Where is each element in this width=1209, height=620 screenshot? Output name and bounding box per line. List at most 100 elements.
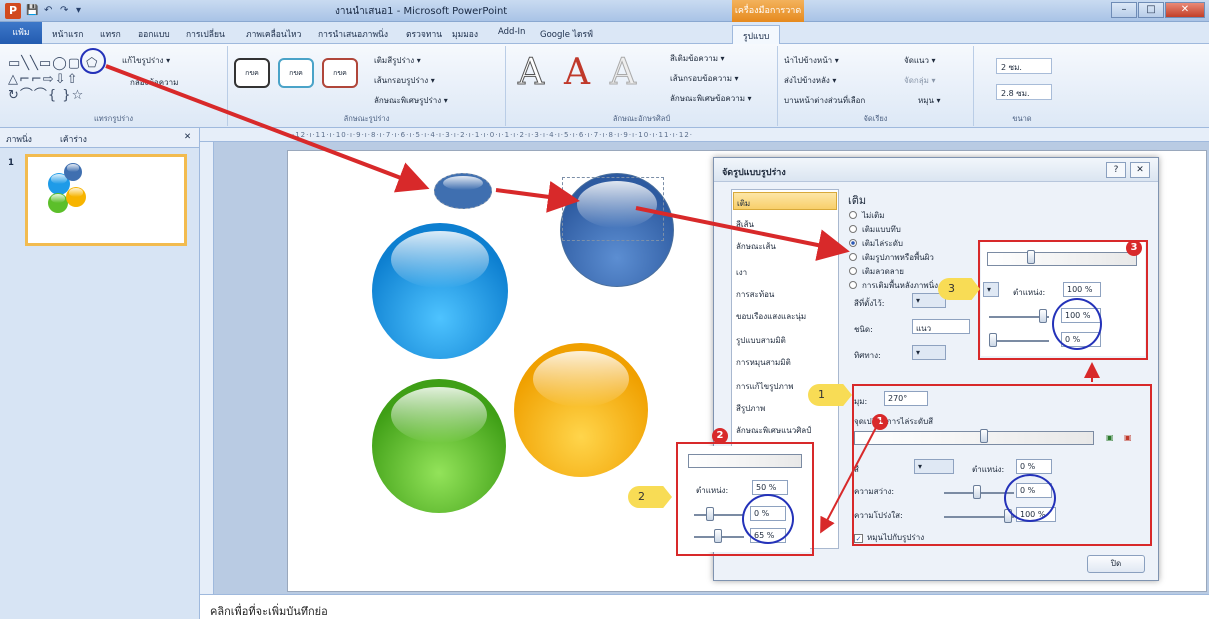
shape-fill-button[interactable]: เติมสีรูปร่าง ▾: [374, 54, 421, 67]
window-title: งานนำเสนอ1 - Microsoft PowerPoint: [335, 6, 508, 17]
close-button[interactable]: ✕: [1165, 2, 1205, 18]
highlight-circle-1: [1004, 474, 1056, 522]
badge-3: 3: [1126, 240, 1142, 256]
selection-pane-button[interactable]: บานหน้าต่างส่วนที่เลือก: [784, 94, 865, 107]
tab-google-drive[interactable]: Google ไดรฟ์: [540, 27, 593, 41]
shapes-row-2[interactable]: △⌐⌐⇨⇩⇧: [8, 72, 118, 88]
dialog-close-button[interactable]: ปิด: [1087, 555, 1145, 573]
nav-line-style[interactable]: ลักษณะเส้น: [736, 240, 776, 253]
highlight-box-2: [676, 442, 814, 556]
maximize-button[interactable]: □: [1138, 2, 1164, 18]
powerpoint-logo-icon: P: [5, 3, 21, 19]
nav-shadow[interactable]: เงา: [736, 266, 747, 279]
tab-view[interactable]: มุมมอง: [452, 27, 478, 41]
nav-reflection[interactable]: การสะท้อน: [736, 288, 774, 301]
dialog-close-icon[interactable]: ✕: [1130, 162, 1150, 178]
badge-2: 2: [712, 428, 728, 444]
shape-styles-group: กขค กขค กขค เติมสีรูปร่าง ▾ เส้นกรอบรูปร…: [228, 46, 506, 126]
shape-style-blue[interactable]: กขค: [278, 58, 314, 88]
wordart-style-outline[interactable]: A: [518, 52, 545, 94]
nav-glow[interactable]: ขอบเรืองแสงและนุ่ม: [736, 310, 806, 323]
shape-style-red[interactable]: กขค: [322, 58, 358, 88]
nav-artistic-effects[interactable]: ลักษณะพิเศษแนวศิลป์: [736, 424, 811, 437]
tab-file[interactable]: แฟ้ม: [0, 22, 42, 44]
tab-design[interactable]: ออกแบบ: [138, 27, 170, 41]
dialog-title: จัดรูปแบบรูปร่าง: [722, 168, 786, 178]
insert-shapes-group: ▭╲╲▭◯▢ ⬠ △⌐⌐⇨⇩⇧ ↻⌒⌒{ }☆ แก้ไขรูปร่าง ▾ ก…: [0, 46, 228, 126]
nav-picture-color[interactable]: สีรูปภาพ: [736, 402, 765, 415]
section-title: เติม: [848, 194, 867, 207]
ball-blue[interactable]: [372, 223, 508, 359]
nav-line-color[interactable]: สีเส้น: [736, 218, 754, 231]
tab-addin[interactable]: Add-In: [498, 27, 525, 37]
text-box-button[interactable]: กล่องข้อความ: [130, 76, 178, 89]
wordart-style-light[interactable]: A: [610, 52, 637, 94]
undo-icon[interactable]: ↶: [44, 5, 52, 16]
shapes-row-3[interactable]: ↻⌒⌒{ }☆: [8, 88, 118, 104]
callout-2: 2: [628, 486, 672, 508]
tab-animations[interactable]: ภาพเคลื่อนไหว: [246, 27, 301, 41]
ball-green[interactable]: [372, 379, 506, 513]
tab-outline[interactable]: เค้าร่าง: [60, 132, 87, 146]
tab-format[interactable]: รูปแบบ: [732, 25, 781, 44]
text-effects-button[interactable]: ลักษณะพิเศษข้อความ ▾: [670, 92, 752, 105]
radio-background-fill[interactable]: การเติมพื้นหลังภาพนิ่ง: [849, 279, 938, 292]
nav-picture-corrections[interactable]: การแก้ไขรูปภาพ: [736, 380, 794, 393]
help-icon[interactable]: ?: [1106, 162, 1126, 178]
ribbon: ▭╲╲▭◯▢ ⬠ △⌐⌐⇨⇩⇧ ↻⌒⌒{ }☆ แก้ไขรูปร่าง ▾ ก…: [0, 44, 1209, 128]
callout-3: 3: [938, 278, 980, 300]
shape-effects-button[interactable]: ลักษณะพิเศษรูปร่าง ▾: [374, 94, 448, 107]
text-outline-button[interactable]: เส้นกรอบข้อความ ▾: [670, 72, 739, 85]
tab-review[interactable]: ตรวจทาน: [406, 27, 442, 41]
nav-fill[interactable]: เติม: [733, 192, 837, 210]
direction-dropdown[interactable]: ▾: [912, 345, 946, 360]
notes-pane[interactable]: คลิกเพื่อที่จะเพิ่มบันทึกย่อ: [200, 594, 1209, 619]
type-dropdown[interactable]: แนว: [912, 319, 970, 334]
tab-insert[interactable]: แทรก: [100, 27, 121, 41]
tab-slides[interactable]: ภาพนิ่ง: [6, 132, 32, 146]
badge-1: 1: [872, 414, 888, 430]
shape-width-input[interactable]: 2.8 ซม.: [996, 84, 1052, 100]
preset-colors-label: สีที่ตั้งไว้:: [854, 299, 885, 308]
tab-transitions[interactable]: การเปลี่ยน: [186, 27, 225, 41]
send-backward-button[interactable]: ส่งไปข้างหลัง ▾: [784, 74, 836, 87]
text-fill-button[interactable]: สีเติมข้อความ ▾: [670, 52, 725, 65]
nav-3d-format[interactable]: รูปแบบสามมิติ: [736, 334, 786, 347]
selection-handles[interactable]: [562, 177, 664, 241]
horizontal-ruler: ·12·ı·11·ı·10·ı·9·ı·8·ı·7·ı·6·ı·5·ı·4·ı·…: [200, 128, 1209, 142]
drawing-tools-context-tab: เครื่องมือการวาด: [732, 0, 804, 22]
redo-icon[interactable]: ↷: [60, 5, 68, 16]
save-icon[interactable]: 💾: [26, 5, 38, 16]
slide-number: 1: [8, 158, 14, 168]
callout-1: 1: [808, 384, 852, 406]
title-bar: P 💾 ↶ ↷ ▾ งานนำเสนอ1 - Microsoft PowerPo…: [0, 0, 1209, 22]
arrange-group-label: จัดเรียง: [863, 114, 888, 123]
radio-pattern-fill[interactable]: เติมลวดลาย: [849, 265, 904, 278]
edit-shape-button[interactable]: แก้ไขรูปร่าง ▾: [122, 54, 170, 67]
slide-thumbnail[interactable]: [25, 154, 187, 246]
size-group-label: ขนาด: [1012, 114, 1032, 123]
radio-no-fill[interactable]: ไม่เติม: [849, 209, 885, 222]
radio-picture-fill[interactable]: เติมรูปภาพหรือพื้นผิว: [849, 251, 934, 264]
shape-height-input[interactable]: 2 ซม.: [996, 58, 1052, 74]
ball-yellow[interactable]: [514, 343, 648, 477]
radio-solid-fill[interactable]: เติมแบบทึบ: [849, 223, 901, 236]
tab-slideshow[interactable]: การนำเสนอภาพนิ่ง: [318, 27, 388, 41]
close-panel-icon[interactable]: ✕: [184, 132, 191, 142]
highlight-circle-3: [1052, 298, 1102, 350]
radio-gradient-fill[interactable]: เติมไล่ระดับ: [849, 237, 903, 250]
shape-style-black[interactable]: กขค: [234, 58, 270, 88]
rotate-button[interactable]: หมุน ▾: [918, 94, 941, 107]
ellipse-small[interactable]: [434, 173, 492, 209]
nav-3d-rotation[interactable]: การหมุนสามมิติ: [736, 356, 791, 369]
align-button[interactable]: จัดแนว ▾: [904, 54, 936, 67]
shape-outline-button[interactable]: เส้นกรอบรูปร่าง ▾: [374, 74, 435, 87]
minimize-button[interactable]: –: [1111, 2, 1137, 18]
customize-quick-access-icon[interactable]: ▾: [76, 5, 81, 16]
wordart-style-red[interactable]: A: [564, 52, 590, 93]
tab-home[interactable]: หน้าแรก: [52, 27, 83, 41]
insert-shapes-group-label: แทรกรูปร่าง: [93, 114, 134, 123]
group-button[interactable]: จัดกลุ่ม ▾: [904, 74, 935, 87]
direction-label: ทิศทาง:: [854, 351, 881, 360]
bring-forward-button[interactable]: นำไปข้างหน้า ▾: [784, 54, 839, 67]
